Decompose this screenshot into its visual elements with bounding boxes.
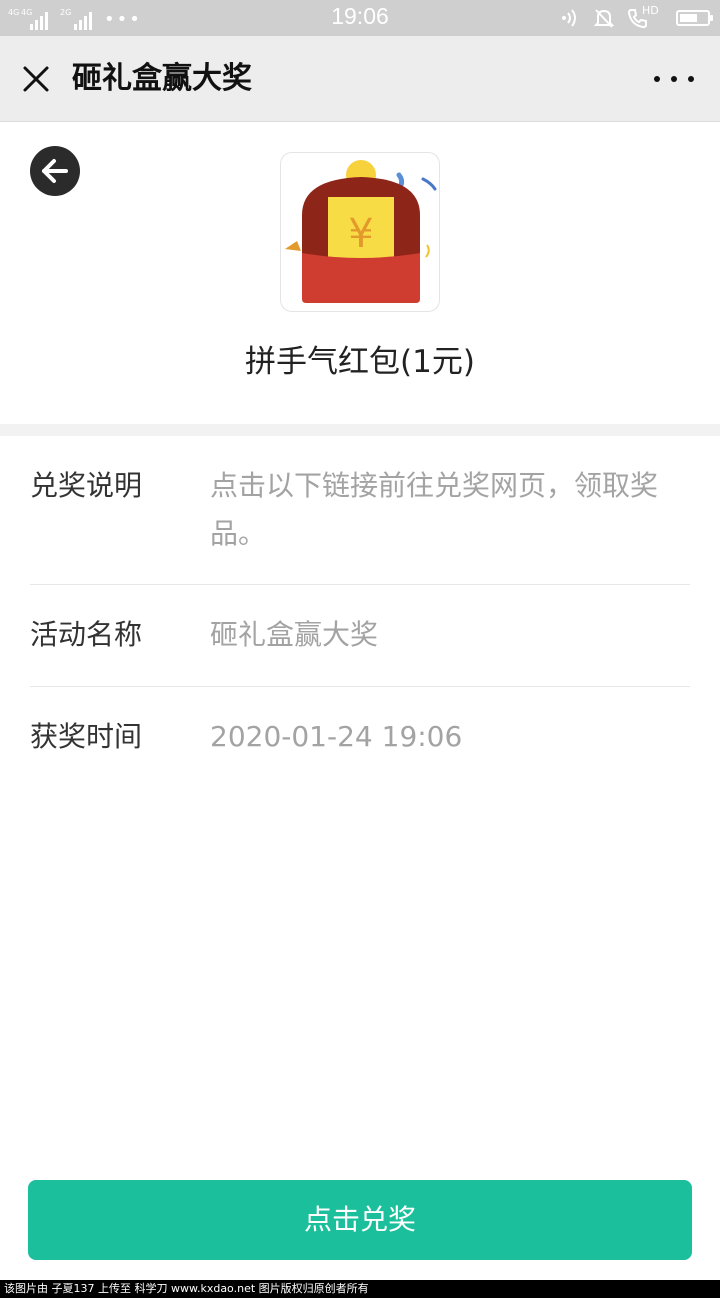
watermark-bar: 该图片由 子夏137 上传至 科学刀 www.kxdao.net 图片版权归原创… xyxy=(0,1280,720,1298)
back-button[interactable] xyxy=(30,146,80,196)
prize-name: 拼手气红包(1元) xyxy=(245,344,475,380)
status-bar: 4G 4G 2G ••• 19:06 HD xyxy=(0,0,720,36)
row-divider xyxy=(30,686,690,687)
row-divider xyxy=(30,584,690,585)
detail-label: 活动名称 xyxy=(30,618,143,651)
watermark-text: 该图片由 子夏137 上传至 科学刀 www.kxdao.net 图片版权归原创… xyxy=(4,1282,369,1295)
detail-value: 砸礼盒赢大奖 xyxy=(210,618,379,651)
detail-value: 2020-01-24 19:06 xyxy=(210,720,463,753)
back-arrow-icon xyxy=(42,159,68,183)
nfc-icon xyxy=(558,6,582,30)
battery-level xyxy=(680,14,697,22)
close-icon[interactable] xyxy=(18,61,54,97)
prize-image: ¥ xyxy=(280,152,440,312)
status-icons: HD xyxy=(548,4,713,31)
red-envelope-icon: ¥ xyxy=(285,160,437,303)
detail-label: 获奖时间 xyxy=(30,720,143,753)
hd-label: HD xyxy=(642,4,659,17)
redeem-button[interactable]: 点击兑奖 xyxy=(28,1180,692,1260)
hd-call-icon: HD xyxy=(626,4,660,30)
battery-icon xyxy=(676,10,713,26)
detail-value: 点击以下链接前往兑奖网页，领取奖品。 xyxy=(210,469,659,550)
detail-row-activity: 活动名称 砸礼盒赢大奖 xyxy=(30,611,690,661)
more-icon[interactable] xyxy=(654,66,694,92)
yuan-symbol: ¥ xyxy=(348,211,373,257)
page-title: 砸礼盒赢大奖 xyxy=(72,61,252,96)
detail-label: 兑奖说明 xyxy=(30,469,143,502)
detail-row-instructions: 兑奖说明 点击以下链接前往兑奖网页，领取奖品。 xyxy=(30,462,690,562)
section-divider xyxy=(0,424,720,436)
nav-bar: 砸礼盒赢大奖 xyxy=(0,36,720,122)
bell-muted-icon xyxy=(592,6,616,30)
detail-row-time: 获奖时间 2020-01-24 19:06 xyxy=(30,713,690,763)
